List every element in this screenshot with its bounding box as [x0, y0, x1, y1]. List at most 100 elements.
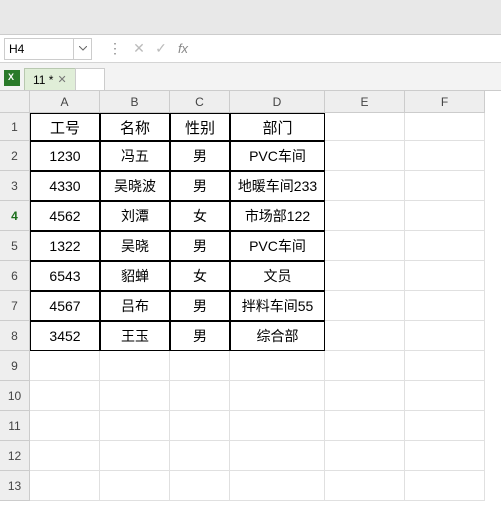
fx-button[interactable]: fx — [172, 41, 194, 56]
cell-E1[interactable] — [325, 113, 405, 141]
cell-E5[interactable] — [325, 231, 405, 261]
cell-C13[interactable] — [170, 471, 230, 501]
cell-B13[interactable] — [100, 471, 170, 501]
cell-F13[interactable] — [405, 471, 485, 501]
cell-C9[interactable] — [170, 351, 230, 381]
column-header-D[interactable]: D — [230, 91, 325, 113]
cell-A12[interactable] — [30, 441, 100, 471]
cell-C4[interactable]: 女 — [170, 201, 230, 231]
row-header-1[interactable]: 1 — [0, 113, 30, 141]
cell-D5[interactable]: PVC车间 — [230, 231, 325, 261]
cell-B3[interactable]: 吴晓波 — [100, 171, 170, 201]
cell-D10[interactable] — [230, 381, 325, 411]
cell-C2[interactable]: 男 — [170, 141, 230, 171]
cell-C6[interactable]: 女 — [170, 261, 230, 291]
row-header-9[interactable]: 9 — [0, 351, 30, 381]
cell-B9[interactable] — [100, 351, 170, 381]
cell-D11[interactable] — [230, 411, 325, 441]
cell-F3[interactable] — [405, 171, 485, 201]
cell-B12[interactable] — [100, 441, 170, 471]
workbook-tab-active[interactable]: 11 * ✕ — [24, 68, 76, 90]
cell-C7[interactable]: 男 — [170, 291, 230, 321]
column-header-C[interactable]: C — [170, 91, 230, 113]
name-box-dropdown[interactable] — [74, 38, 92, 60]
cell-E12[interactable] — [325, 441, 405, 471]
row-header-3[interactable]: 3 — [0, 171, 30, 201]
cell-F1[interactable] — [405, 113, 485, 141]
cell-A6[interactable]: 6543 — [30, 261, 100, 291]
column-header-A[interactable]: A — [30, 91, 100, 113]
cell-E2[interactable] — [325, 141, 405, 171]
cell-E11[interactable] — [325, 411, 405, 441]
cell-B1[interactable]: 名称 — [100, 113, 170, 141]
row-header-10[interactable]: 10 — [0, 381, 30, 411]
cell-E13[interactable] — [325, 471, 405, 501]
cell-C1[interactable]: 性别 — [170, 113, 230, 141]
cell-D4[interactable]: 市场部122 — [230, 201, 325, 231]
cell-C3[interactable]: 男 — [170, 171, 230, 201]
cell-A9[interactable] — [30, 351, 100, 381]
select-all-corner[interactable] — [0, 91, 30, 113]
cell-F9[interactable] — [405, 351, 485, 381]
cell-B6[interactable]: 貂蝉 — [100, 261, 170, 291]
cell-E9[interactable] — [325, 351, 405, 381]
workbook-tab-empty[interactable] — [75, 68, 105, 90]
cell-A4[interactable]: 4562 — [30, 201, 100, 231]
cell-E10[interactable] — [325, 381, 405, 411]
cell-A5[interactable]: 1322 — [30, 231, 100, 261]
column-header-B[interactable]: B — [100, 91, 170, 113]
cell-A11[interactable] — [30, 411, 100, 441]
cell-F5[interactable] — [405, 231, 485, 261]
cell-E8[interactable] — [325, 321, 405, 351]
cell-B5[interactable]: 吴晓 — [100, 231, 170, 261]
cancel-icon[interactable]: ✕ — [128, 40, 150, 57]
row-header-12[interactable]: 12 — [0, 441, 30, 471]
cell-D9[interactable] — [230, 351, 325, 381]
enter-icon[interactable]: ✓ — [150, 40, 172, 57]
cell-F4[interactable] — [405, 201, 485, 231]
cell-B11[interactable] — [100, 411, 170, 441]
cell-F12[interactable] — [405, 441, 485, 471]
cell-A7[interactable]: 4567 — [30, 291, 100, 321]
row-header-7[interactable]: 7 — [0, 291, 30, 321]
cell-F8[interactable] — [405, 321, 485, 351]
cell-F6[interactable] — [405, 261, 485, 291]
cell-B10[interactable] — [100, 381, 170, 411]
cell-D2[interactable]: PVC车间 — [230, 141, 325, 171]
cell-B7[interactable]: 吕布 — [100, 291, 170, 321]
cell-C10[interactable] — [170, 381, 230, 411]
cell-B2[interactable]: 冯五 — [100, 141, 170, 171]
row-header-8[interactable]: 8 — [0, 321, 30, 351]
row-header-5[interactable]: 5 — [0, 231, 30, 261]
column-header-F[interactable]: F — [405, 91, 485, 113]
cell-C12[interactable] — [170, 441, 230, 471]
cell-E7[interactable] — [325, 291, 405, 321]
cell-F11[interactable] — [405, 411, 485, 441]
row-header-13[interactable]: 13 — [0, 471, 30, 501]
cell-E4[interactable] — [325, 201, 405, 231]
cell-A13[interactable] — [30, 471, 100, 501]
cell-D12[interactable] — [230, 441, 325, 471]
cell-A1[interactable]: 工号 — [30, 113, 100, 141]
cell-C8[interactable]: 男 — [170, 321, 230, 351]
cell-E3[interactable] — [325, 171, 405, 201]
cell-D13[interactable] — [230, 471, 325, 501]
cell-B4[interactable]: 刘潭 — [100, 201, 170, 231]
row-header-2[interactable]: 2 — [0, 141, 30, 171]
cell-A3[interactable]: 4330 — [30, 171, 100, 201]
cell-E6[interactable] — [325, 261, 405, 291]
cell-D7[interactable]: 拌料车间55 — [230, 291, 325, 321]
cell-A2[interactable]: 1230 — [30, 141, 100, 171]
cell-F7[interactable] — [405, 291, 485, 321]
cell-A8[interactable]: 3452 — [30, 321, 100, 351]
cell-F10[interactable] — [405, 381, 485, 411]
spreadsheet-grid[interactable]: 12345678910111213 ABCDEF 工号名称性别部门1230冯五男… — [0, 91, 501, 520]
cell-C5[interactable]: 男 — [170, 231, 230, 261]
row-header-4[interactable]: 4 — [0, 201, 30, 231]
cell-D3[interactable]: 地暖车间233 — [230, 171, 325, 201]
row-header-11[interactable]: 11 — [0, 411, 30, 441]
column-header-E[interactable]: E — [325, 91, 405, 113]
cell-A10[interactable] — [30, 381, 100, 411]
row-header-6[interactable]: 6 — [0, 261, 30, 291]
close-icon[interactable]: ✕ — [57, 73, 66, 86]
